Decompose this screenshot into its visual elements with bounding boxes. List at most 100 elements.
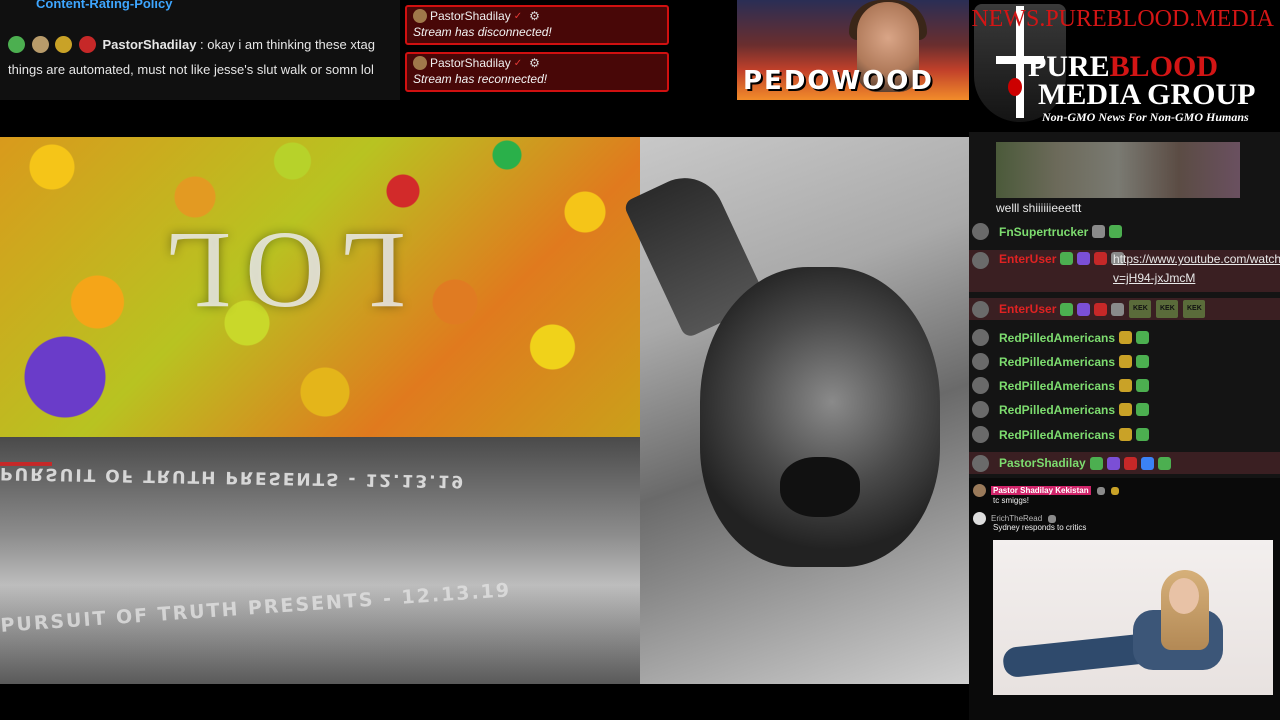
right-chat-panel: welll shiiiiiieeettt FnSupertrucker Ente…	[969, 132, 1280, 478]
chat-row: PastorShadilay	[969, 452, 1280, 474]
content-rating-policy-link[interactable]: Content-Rating-Policy	[8, 0, 392, 10]
youtube-link-text[interactable]: https://www.youtube.com/watch?v=jH94-jxJ…	[1113, 252, 1280, 285]
alert-username: PastorShadilay	[430, 9, 511, 23]
chat-message-text: welll shiiiiiieeettt	[996, 201, 1082, 215]
chat-username[interactable]: RedPilledAmericans	[999, 379, 1115, 393]
badge-icon	[1094, 252, 1108, 265]
chat-row: RedPilledAmericans	[969, 377, 1280, 394]
logo-line-2: MEDIA GROUP	[1038, 78, 1256, 111]
chat-username[interactable]: EnterUser	[999, 252, 1056, 266]
stream-alert-reconnected: PastorShadilay ✓ ⚙ Stream has reconnecte…	[405, 52, 669, 92]
chat-row: RedPilledAmericans	[969, 426, 1280, 443]
avatar	[972, 300, 989, 318]
gear-icon[interactable]: ⚙	[529, 9, 540, 23]
frog-emote-icon	[1136, 355, 1150, 368]
avatar	[972, 252, 989, 269]
badge-icon	[1092, 225, 1106, 238]
chat-row: RedPilledAmericans	[969, 353, 1280, 370]
main-video-player[interactable]: LOL ▬▬▬▬ PURSUIT OF TRUTH PRESENTS - 12.…	[0, 137, 969, 684]
logo-tagline: Non-GMO News For Non-GMO Humans	[1042, 110, 1249, 124]
crown-badge-icon	[55, 36, 73, 53]
avatar	[413, 56, 427, 70]
chat-image[interactable]	[996, 142, 1240, 198]
chat-row: EnterUser KEK KEK KEK	[969, 298, 1280, 320]
lower-chat-panel: Pastor Shadilay Kekistan tc smiggs! Eric…	[969, 478, 1280, 720]
frog-emote-icon	[1136, 331, 1150, 344]
badge-icon	[1119, 428, 1133, 441]
chat-message-text: Sydney responds to critics	[993, 523, 1087, 532]
avatar	[972, 353, 989, 370]
blood-drop-icon	[1008, 78, 1022, 96]
check-icon: ✓	[513, 57, 523, 69]
chat-image[interactable]	[993, 540, 1273, 695]
chat-username[interactable]: Pastor Shadilay Kekistan	[991, 486, 1091, 495]
chat-username[interactable]: PastorShadilay	[999, 456, 1086, 470]
avatar	[972, 426, 989, 443]
photo-face	[1169, 578, 1199, 614]
badge-icon	[1060, 302, 1074, 316]
frog-emote-icon	[1157, 456, 1171, 470]
verified-badge-icon	[8, 36, 25, 53]
badge-icon	[1048, 514, 1057, 523]
alert-username: PastorShadilay	[430, 56, 511, 70]
avatar	[973, 484, 986, 497]
badge-icon	[1077, 252, 1091, 265]
chat-username[interactable]: ErichTheRead	[991, 514, 1042, 523]
badge-icon	[1119, 331, 1133, 344]
gear-icon[interactable]: ⚙	[529, 56, 540, 70]
badge-icon	[1119, 379, 1133, 392]
frog-emote-icon	[1109, 225, 1123, 238]
chat-username[interactable]: PastorShadilay	[103, 37, 197, 52]
alert-text: Stream has disconnected!	[413, 25, 552, 39]
avatar[interactable]	[78, 36, 96, 53]
video-overlay-word: LOL	[150, 210, 406, 332]
chat-username[interactable]: EnterUser	[999, 302, 1056, 316]
avatar	[973, 512, 986, 525]
chat-row: RedPilledAmericans	[969, 401, 1280, 418]
chat-username[interactable]: RedPilledAmericans	[999, 331, 1115, 345]
badge-icon	[1111, 302, 1125, 316]
chat-row: FnSupertrucker	[969, 223, 1280, 240]
avatar	[972, 454, 989, 472]
dog-nose	[780, 457, 860, 517]
badge-icon	[1060, 252, 1074, 265]
kek-emote: KEK	[1156, 300, 1179, 318]
dog-head	[700, 267, 940, 567]
alert-text: Stream has reconnected!	[413, 72, 548, 86]
chat-message: PastorShadilay : okay i am thinking thes…	[8, 36, 375, 77]
dog-image	[622, 137, 969, 684]
cross-badge-icon	[31, 36, 49, 53]
badge-icon	[1077, 302, 1091, 316]
frog-emote-icon	[1136, 379, 1150, 392]
avatar	[972, 329, 989, 346]
avatar	[972, 401, 989, 418]
badge-icon	[1140, 456, 1154, 470]
chat-message-text: tc smiggs!	[993, 496, 1030, 505]
video-thumbnail[interactable]: PEDOWOOD	[737, 0, 969, 100]
frog-emote-icon	[1136, 428, 1150, 441]
logo-site-url: NEWS.PUREBLOOD.MEDIA	[971, 6, 1274, 32]
kek-emote: KEK	[1129, 300, 1152, 318]
stream-layout: Content-Rating-Policy PastorShadilay : o…	[0, 0, 1280, 720]
avatar	[972, 223, 989, 240]
badge-icon	[1110, 486, 1119, 495]
badge-icon	[1123, 456, 1137, 470]
youtube-link[interactable]: https://www.youtube.com/watch?v=jH94-jxJ…	[1113, 250, 1280, 288]
top-chat-panel: Content-Rating-Policy PastorShadilay : o…	[0, 0, 400, 100]
badge-icon	[1094, 302, 1108, 316]
badge-icon	[1119, 403, 1133, 416]
badge-icon	[1089, 456, 1103, 470]
kek-emote: KEK	[1183, 300, 1206, 318]
thumbnail-title: PEDOWOOD	[743, 66, 934, 96]
avatar	[413, 9, 427, 23]
badge-icon	[1096, 486, 1105, 495]
stream-alert-disconnected: PastorShadilay ✓ ⚙ Stream has disconnect…	[405, 5, 669, 45]
chat-username[interactable]: RedPilledAmericans	[999, 428, 1115, 442]
avatar	[972, 377, 989, 394]
brand-logo: NEWS.PUREBLOOD.MEDIA PUREBLOOD MEDIA GRO…	[970, 0, 1280, 132]
badge-icon	[1106, 456, 1120, 470]
chat-username[interactable]: FnSupertrucker	[999, 225, 1088, 239]
frog-emote-icon	[1136, 403, 1150, 416]
chat-username[interactable]: RedPilledAmericans	[999, 403, 1115, 417]
chat-username[interactable]: RedPilledAmericans	[999, 355, 1115, 369]
